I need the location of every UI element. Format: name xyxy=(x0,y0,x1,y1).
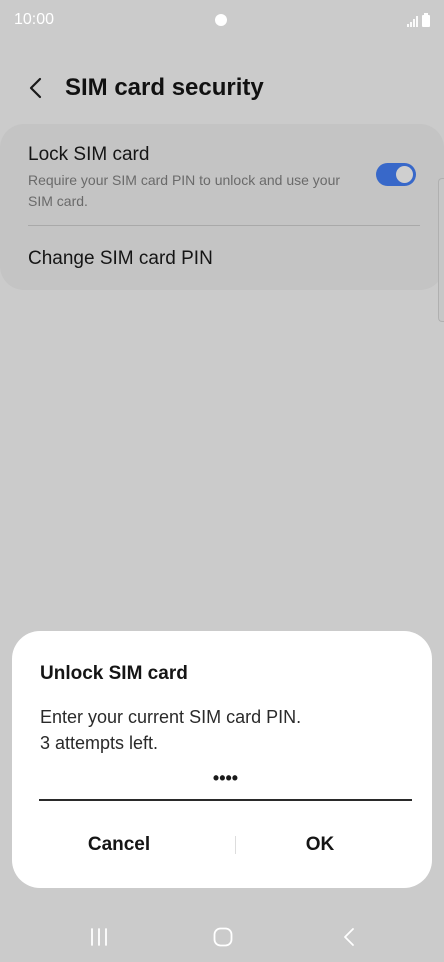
recents-button[interactable] xyxy=(84,925,114,949)
unlock-sim-dialog: Unlock SIM card Enter your current SIM c… xyxy=(12,631,432,888)
edge-panel-handle[interactable] xyxy=(438,178,444,322)
pin-input-value: •••• xyxy=(212,768,239,788)
home-icon xyxy=(213,927,233,947)
page-title: SIM card security xyxy=(65,74,264,101)
lock-sim-card-title: Lock SIM card xyxy=(28,144,150,165)
back-icon xyxy=(344,928,354,946)
navigation-bar xyxy=(0,908,444,962)
lock-sim-card-row[interactable]: Lock SIM card Require your SIM card PIN … xyxy=(0,124,444,224)
home-button[interactable] xyxy=(208,925,238,949)
status-bar: 10:00 xyxy=(0,0,444,40)
dialog-title: Unlock SIM card xyxy=(40,663,188,684)
lock-sim-card-toggle[interactable] xyxy=(376,163,416,186)
attempts-left-text: 3 attempts left. xyxy=(40,733,159,753)
settings-card: Lock SIM card Require your SIM card PIN … xyxy=(0,124,444,290)
dialog-message-line: Enter your current SIM card PIN. xyxy=(40,707,302,727)
change-sim-pin-row[interactable]: Change SIM card PIN xyxy=(0,226,444,290)
battery-icon xyxy=(422,13,430,27)
lock-sim-card-description: Require your SIM card PIN to unlock and … xyxy=(28,172,341,209)
recents-icon xyxy=(91,928,107,946)
change-sim-pin-title: Change SIM card PIN xyxy=(28,248,213,269)
toggle-knob xyxy=(396,166,413,183)
status-icons xyxy=(407,13,430,27)
cancel-button[interactable]: Cancel xyxy=(30,826,208,864)
camera-dot-icon xyxy=(215,14,227,26)
pin-input[interactable]: •••• xyxy=(39,768,412,802)
nav-back-button[interactable] xyxy=(334,925,364,949)
signal-icon xyxy=(407,15,418,27)
status-time: 10:00 xyxy=(14,11,55,28)
chevron-left-icon xyxy=(29,77,42,99)
dialog-message: Enter your current SIM card PIN. 3 attem… xyxy=(40,704,301,756)
pin-input-underline xyxy=(39,799,412,801)
button-separator xyxy=(235,836,236,854)
back-button[interactable] xyxy=(20,72,52,104)
app-header: SIM card security xyxy=(0,60,444,116)
ok-button[interactable]: OK xyxy=(244,826,396,864)
